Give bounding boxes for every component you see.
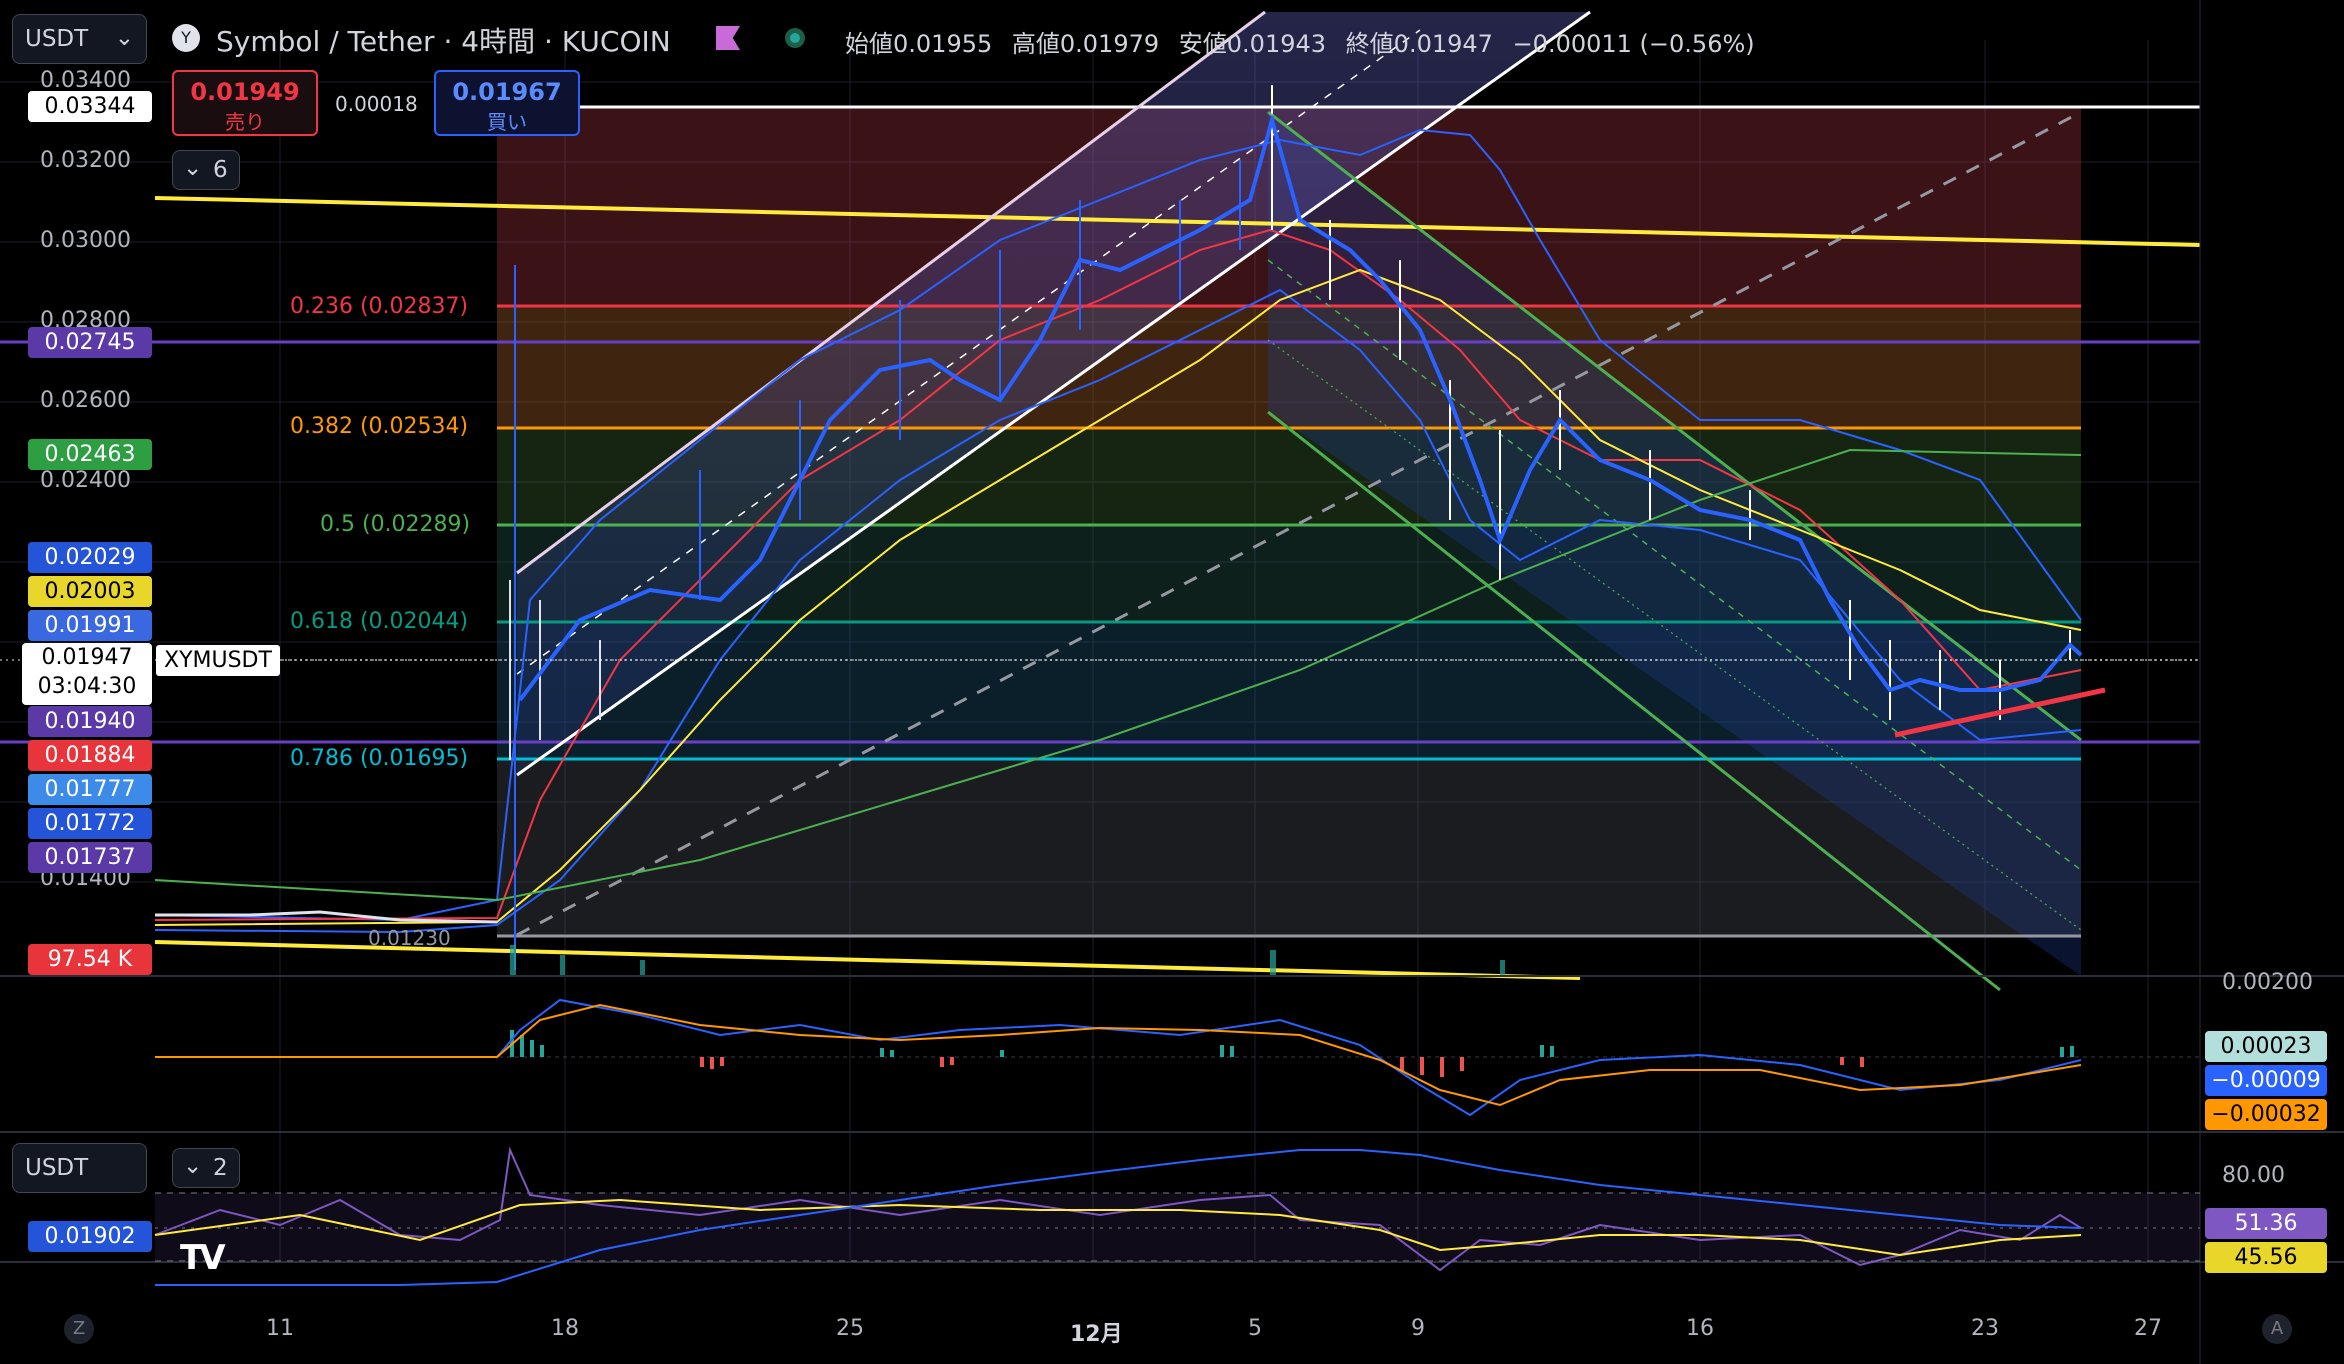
rsi-left-tag: 0.01902 <box>28 1221 152 1252</box>
fib-label-0236: 0.236 (0.02837) <box>290 294 469 319</box>
rsi-pane <box>154 1146 2200 1286</box>
price-tag-lightblue: 0.01777 <box>28 774 152 805</box>
zoom-button[interactable]: Z <box>64 1314 94 1344</box>
price-tick-0: 0.03400 <box>40 68 131 93</box>
low-marker-label: 0.01230 <box>368 926 451 950</box>
close-value: 0.01947 <box>1393 30 1493 58</box>
indicators-toggle[interactable]: ⌄ 6 <box>172 150 240 190</box>
price-tick-5: 0.02400 <box>40 468 131 493</box>
chevron-down-icon: ⌄ <box>114 25 134 51</box>
rsi-value: 51.36 <box>2205 1208 2327 1239</box>
rsi-indicators-toggle[interactable]: ⌄ 2 <box>172 1148 240 1188</box>
price-tag-purple-bottom: 0.01737 <box>28 842 152 873</box>
buy-label: 買い <box>487 110 527 134</box>
chevron-down-icon: ⌄ <box>183 155 203 181</box>
auto-scale-button[interactable]: A <box>2262 1314 2292 1344</box>
current-price-tag: 0.01947 03:04:30 <box>22 643 152 705</box>
currency-select-value: USDT <box>25 26 89 52</box>
open-label: 始値 <box>845 30 893 58</box>
time-label-6: 16 <box>1686 1316 1714 1341</box>
sell-label: 売り <box>225 110 265 134</box>
symbol-logo-icon: Y <box>172 24 200 52</box>
fib-label-05: 0.5 (0.02289) <box>320 512 471 537</box>
time-label-0: 11 <box>266 1316 294 1341</box>
low-label: 安値 <box>1178 30 1227 58</box>
low-value: 0.01943 <box>1226 30 1327 58</box>
fib-label-0618: 0.618 (0.02044) <box>290 609 469 634</box>
currency-select[interactable]: USDT ⌄ <box>12 14 147 64</box>
volume-tag: 97.54 K <box>28 944 152 975</box>
price-tag-high: 0.03344 <box>28 91 152 122</box>
zoom-button-label: Z <box>72 1318 86 1339</box>
time-label-7: 23 <box>1971 1316 1999 1341</box>
time-label-4: 5 <box>1248 1316 1262 1341</box>
price-chart-canvas[interactable] <box>0 0 2344 1364</box>
rsi-level-80: 80.00 <box>2222 1163 2285 1188</box>
time-label-5: 9 <box>1411 1316 1425 1341</box>
price-tag-red: 0.01884 <box>28 740 152 771</box>
rsi-ma-value: 45.56 <box>2205 1242 2327 1273</box>
price-tick-2: 0.03000 <box>40 228 131 253</box>
price-tag-blue-1: 0.02029 <box>28 542 152 573</box>
time-label-3: 12月 <box>1070 1322 1123 1347</box>
high-label: 高値 <box>1011 30 1060 58</box>
macd-histogram-value: 0.00023 <box>2205 1031 2327 1062</box>
fib-label-0786: 0.786 (0.01695) <box>290 746 469 771</box>
auto-scale-label: A <box>2270 1318 2284 1339</box>
rsi-indicator-count: 2 <box>213 1155 228 1181</box>
indicator-count: 6 <box>213 157 228 183</box>
close-label: 終値 <box>1345 30 1394 58</box>
price-tag-green: 0.02463 <box>28 439 152 470</box>
open-value: 0.01955 <box>893 30 993 58</box>
rsi-currency-value: USDT <box>25 1155 89 1181</box>
change-value: −0.00011 (−0.56%) <box>1512 30 1755 58</box>
price-tag-purple-lower: 0.01940 <box>28 706 152 737</box>
macd-signal-value: −0.00032 <box>2205 1099 2327 1130</box>
rsi-currency-select[interactable]: USDT <box>12 1143 147 1193</box>
spread-value: 0.00018 <box>335 92 418 116</box>
high-value: 0.01979 <box>1059 30 1160 58</box>
buy-button[interactable]: 0.01967 買い <box>434 70 580 136</box>
price-tag-blue-3: 0.01772 <box>28 808 152 839</box>
ohlc-readout: 始値0.01955 高値0.01979 安値0.01943 終値0.01947 … <box>845 24 1755 59</box>
time-label-8: 27 <box>2134 1316 2162 1341</box>
fib-label-0382: 0.382 (0.02534) <box>290 414 469 439</box>
current-price: 0.01947 <box>41 645 133 670</box>
market-status-icon <box>785 28 805 48</box>
price-tag-blue-2: 0.01991 <box>28 610 152 641</box>
time-label-1: 18 <box>551 1316 579 1341</box>
symbol-tag: XYMUSDT <box>156 645 280 676</box>
symbol-title[interactable]: Symbol / Tether · 4時間 · KUCOIN <box>216 20 671 60</box>
sell-price: 0.01949 <box>190 78 300 106</box>
buy-price: 0.01967 <box>452 78 562 106</box>
price-tick-1: 0.03200 <box>40 148 131 173</box>
macd-pane <box>155 998 2200 1117</box>
time-label-2: 25 <box>836 1316 864 1341</box>
price-tag-yellow: 0.02003 <box>28 576 152 607</box>
sell-button[interactable]: 0.01949 売り <box>172 70 318 136</box>
price-tag-purple-upper: 0.02745 <box>28 327 152 358</box>
macd-line-value: −0.00009 <box>2205 1065 2327 1096</box>
bar-countdown: 03:04:30 <box>37 674 137 699</box>
tradingview-logo[interactable]: TV <box>180 1238 225 1278</box>
chevron-down-icon: ⌄ <box>183 1153 203 1179</box>
macd-axis-top: 0.00200 <box>2222 970 2313 995</box>
price-tick-4: 0.02600 <box>40 388 131 413</box>
